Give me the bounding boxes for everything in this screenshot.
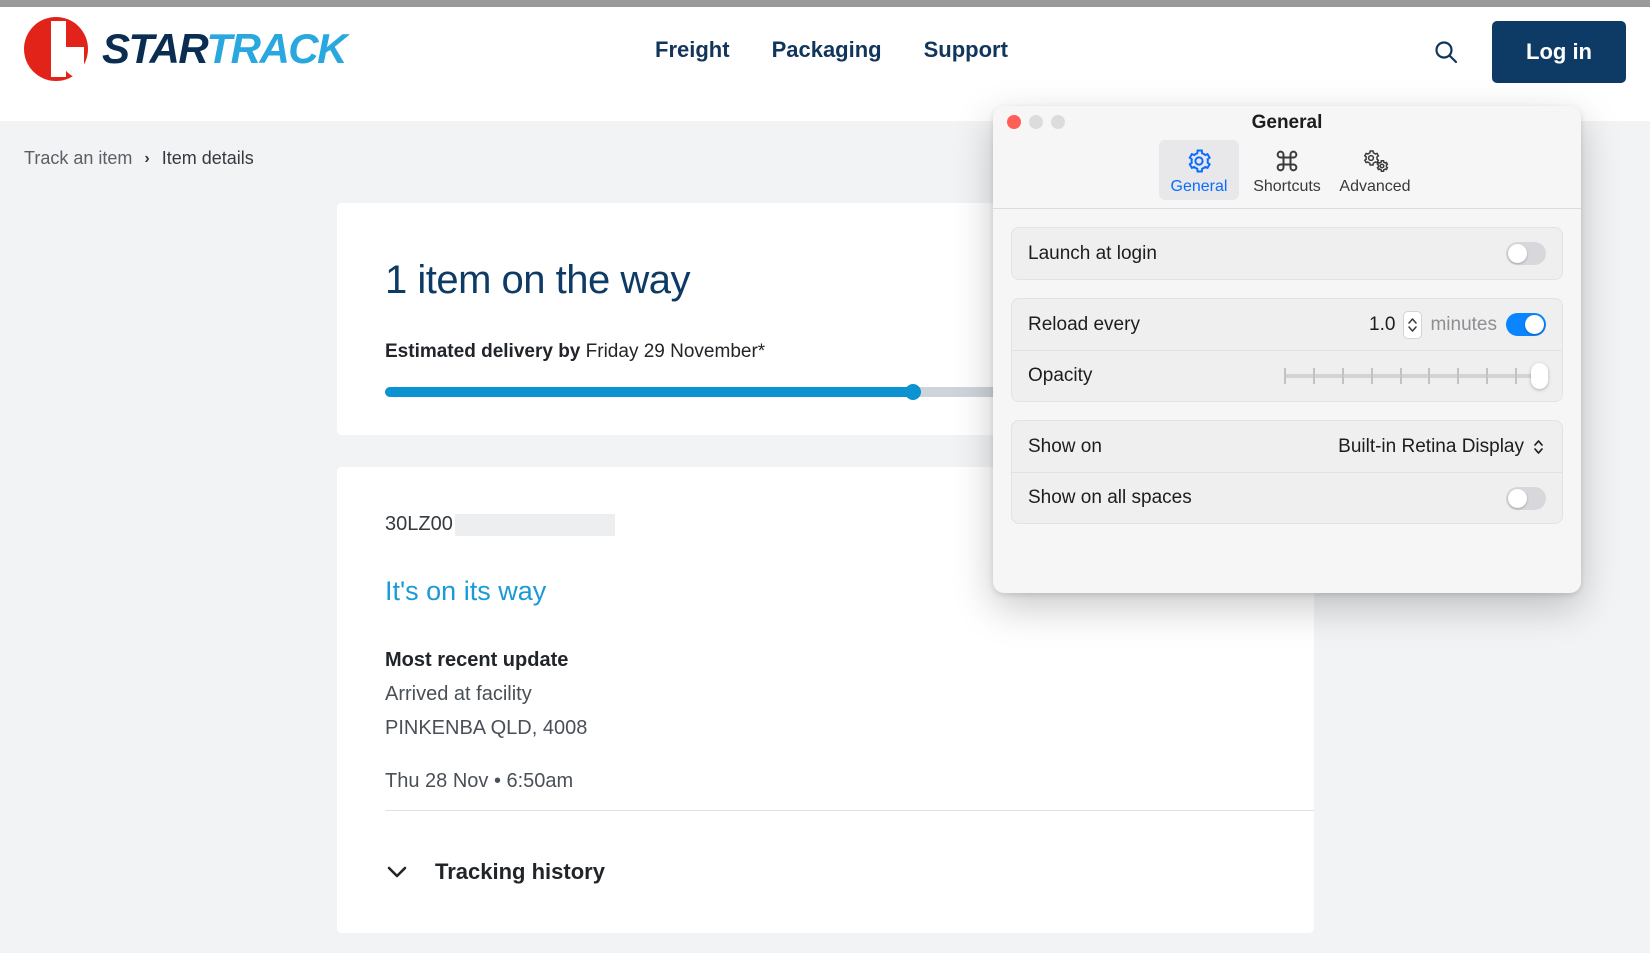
tracking-number-redaction	[454, 513, 615, 536]
browser-chrome-strip	[0, 0, 1650, 7]
main-navigation: Freight Packaging Support	[655, 37, 1008, 63]
tracking-history-label: Tracking history	[435, 858, 605, 884]
double-gear-icon	[1339, 146, 1411, 176]
reload-every-label: Reload every	[1028, 313, 1140, 335]
launch-at-login-toggle[interactable]	[1506, 242, 1546, 265]
reload-interval-unit: minutes	[1430, 313, 1497, 335]
row-reload-every: Reload every 1.0 minutes	[1012, 299, 1562, 350]
stepper-arrows-icon	[1408, 317, 1418, 332]
show-on-all-spaces-toggle[interactable]	[1506, 486, 1546, 510]
delivery-progress-knob	[905, 384, 921, 400]
preferences-window-title: General	[1251, 112, 1323, 133]
tracking-history-toggle[interactable]: Tracking history	[385, 810, 605, 933]
command-key-icon	[1251, 146, 1323, 176]
logo-word-track: TRACK	[206, 25, 347, 72]
settings-group-startup: Launch at login	[1011, 227, 1563, 280]
show-on-dropdown[interactable]: Built-in Retina Display	[1338, 435, 1546, 459]
breadcrumb: Track an item › Item details	[24, 148, 254, 169]
nav-item-freight[interactable]: Freight	[655, 37, 730, 63]
tracking-number: 30LZ00	[385, 513, 453, 535]
site-header: STARTRACK Freight Packaging Support Log …	[0, 7, 1650, 121]
preferences-titlebar: General General Shortcuts Advanced	[993, 106, 1581, 209]
tab-general[interactable]: General	[1159, 140, 1239, 200]
tab-shortcuts-label: Shortcuts	[1253, 178, 1321, 195]
breadcrumb-separator-icon: ›	[144, 149, 150, 167]
gear-icon	[1163, 146, 1235, 176]
update-event: Arrived at facility	[385, 683, 532, 705]
tab-advanced-label: Advanced	[1339, 178, 1411, 195]
show-on-selected-value: Built-in Retina Display	[1338, 435, 1524, 457]
logo-word-star: STAR	[102, 25, 208, 72]
show-on-all-spaces-label: Show on all spaces	[1028, 487, 1192, 508]
opacity-slider-ticks	[1284, 368, 1546, 384]
delivery-progress-fill	[385, 387, 913, 397]
log-in-button[interactable]: Log in	[1492, 21, 1626, 83]
settings-group-display: Show on Built-in Retina Display Show on …	[1011, 420, 1563, 524]
opacity-label: Opacity	[1028, 365, 1093, 386]
preferences-window: General General Shortcuts Advanced Launc…	[993, 106, 1581, 593]
startrack-logo[interactable]: STARTRACK	[24, 17, 347, 81]
reload-interval-value: 1.0	[1369, 313, 1396, 335]
opacity-slider-knob[interactable]	[1531, 363, 1548, 389]
row-show-on: Show on Built-in Retina Display	[1012, 421, 1562, 472]
header-actions: Log in	[1428, 21, 1626, 83]
nav-item-packaging[interactable]: Packaging	[772, 37, 882, 63]
tab-advanced[interactable]: Advanced	[1335, 140, 1415, 200]
tab-general-label: General	[1170, 178, 1228, 195]
nav-item-support[interactable]: Support	[924, 37, 1008, 63]
opacity-slider[interactable]	[1284, 363, 1548, 389]
show-on-label: Show on	[1028, 435, 1102, 457]
logo-wordmark: STARTRACK	[102, 25, 347, 72]
launch-at-login-label: Launch at login	[1028, 242, 1157, 264]
row-launch-at-login: Launch at login	[1012, 228, 1562, 279]
reload-every-toggle[interactable]	[1506, 313, 1546, 336]
row-opacity: Opacity	[1012, 350, 1562, 401]
most-recent-update-title: Most recent update	[385, 649, 569, 671]
row-show-on-all-spaces: Show on all spaces	[1012, 472, 1562, 523]
settings-group-reload: Reload every 1.0 minutes Opacity	[1011, 298, 1563, 402]
update-timestamp: Thu 28 Nov • 6:50am	[385, 770, 574, 792]
chevron-down-icon	[387, 866, 407, 877]
reload-interval-stepper[interactable]	[1404, 311, 1422, 338]
update-location: PINKENBA QLD, 4008	[385, 717, 588, 739]
search-icon	[1435, 41, 1458, 64]
startrack-logo-icon	[24, 17, 88, 81]
search-button[interactable]	[1428, 34, 1464, 70]
preferences-content: Launch at login Reload every 1.0 minutes…	[993, 209, 1581, 524]
breadcrumb-track-an-item[interactable]: Track an item	[24, 148, 132, 169]
preferences-toolbar: General Shortcuts Advanced	[993, 140, 1581, 200]
breadcrumb-item-details: Item details	[161, 148, 254, 168]
estimated-delivery-label: Estimated delivery by	[385, 341, 581, 362]
chevron-updown-icon	[1531, 435, 1546, 459]
tab-shortcuts[interactable]: Shortcuts	[1247, 140, 1327, 200]
estimated-delivery-date: Friday 29 November*	[585, 341, 766, 362]
